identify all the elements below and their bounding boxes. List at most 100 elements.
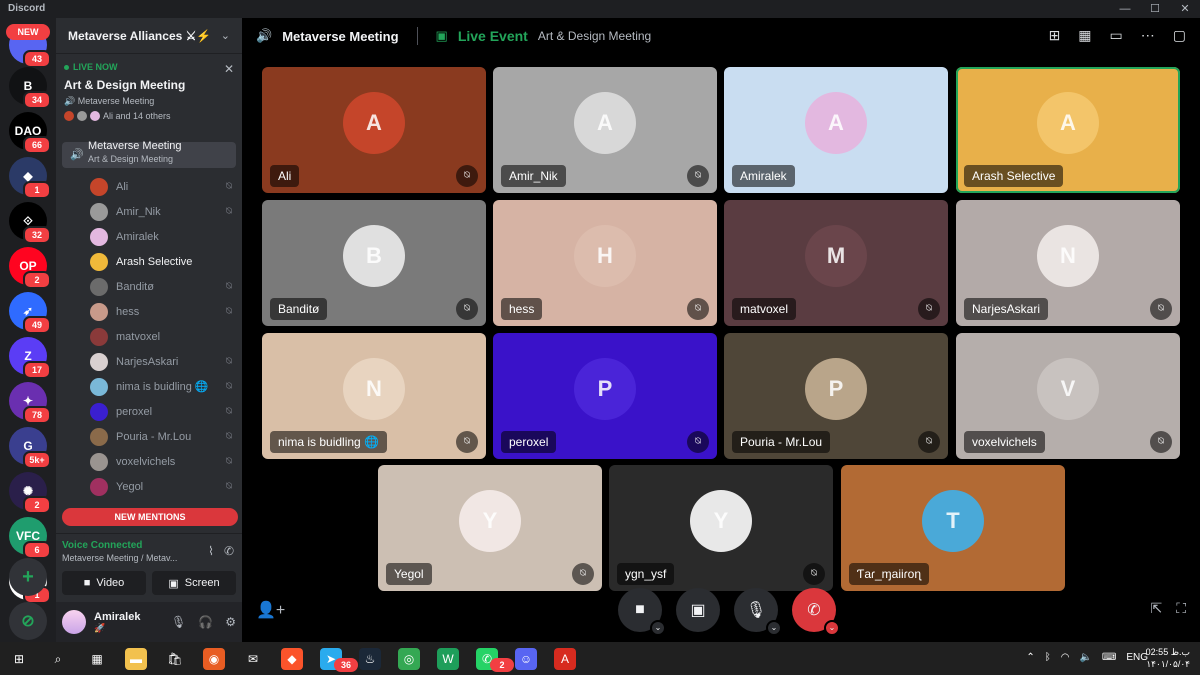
explore-servers-icon[interactable]: ⊘ (9, 602, 47, 640)
server-icon[interactable]: ✺ 2 (9, 472, 51, 514)
popout-icon[interactable]: ▭ (1110, 27, 1123, 44)
voice-member[interactable]: Arash Selective (56, 249, 242, 274)
keyboard-icon[interactable]: ⌨ (1102, 652, 1116, 663)
more-options-icon[interactable]: ⋯ (1141, 27, 1155, 44)
server-icon[interactable]: ⟐ 32 (9, 202, 51, 244)
server-icon[interactable]: ✦ 78 (9, 382, 51, 424)
avatar[interactable] (62, 610, 86, 634)
invite-user-icon[interactable]: 👤+ (256, 600, 285, 620)
chevron-down-icon[interactable]: ⌄ (221, 29, 230, 42)
add-activity-icon[interactable]: ⊞ (1049, 27, 1061, 44)
video-button[interactable]: ■ Video (62, 571, 146, 595)
participant-tile[interactable]: Mmatvoxel ⍉ (724, 200, 948, 326)
participant-tile[interactable]: Y Yegol ⍉ (378, 465, 602, 591)
call-channel-name: Metaverse Meeting (282, 28, 399, 44)
server-header[interactable]: Metaverse Alliances ⚔⚡ ⌄ (56, 18, 242, 54)
minimize-button[interactable]: — (1118, 2, 1132, 16)
bluetooth-icon[interactable]: ᛒ (1045, 652, 1051, 663)
chevron-down-icon[interactable]: ⌄ (766, 620, 782, 636)
taskbar-app-icon[interactable]: ▦ (86, 648, 108, 670)
live-event-link[interactable]: Live Event (458, 28, 528, 44)
voice-member[interactable]: Pouria - Mr.Lou ⍉ (56, 424, 242, 449)
clock[interactable]: ب.ظ 02:55 ۱۴۰۱/۰۵/۰۴ (1146, 646, 1190, 670)
participant-tile[interactable]: Nnima is buidling 🌐 ⍉ (262, 333, 486, 459)
screen-share-button[interactable]: ▣ Screen (152, 571, 236, 595)
popout-icon[interactable]: ⇱ (1150, 600, 1162, 617)
voice-member[interactable]: Amir_Nik ⍉ (56, 199, 242, 224)
participant-name: Ƭaɾ_ɱaiiɾoɳ (849, 563, 930, 585)
participant-tile[interactable]: P Pouria - Mr.Lou ⍉ (724, 333, 948, 459)
taskbar-app-icon[interactable]: ◉ (203, 648, 225, 670)
screen-share-button[interactable]: ▣ (676, 588, 720, 632)
layout-grid-icon[interactable]: ▦ (1078, 27, 1091, 44)
participant-tile[interactable]: A Arash Selective (956, 67, 1180, 193)
mute-toggle-button[interactable]: 🎙 ⌄ (734, 588, 782, 636)
taskbar-app-icon[interactable]: ▬ (125, 648, 147, 670)
voice-member[interactable]: Yegol ⍉ (56, 474, 242, 499)
voice-member[interactable]: nima is buidling 🌐 ⍉ (56, 374, 242, 399)
chevron-up-icon[interactable]: ⌃ (1026, 652, 1034, 663)
participant-tile[interactable]: N NarjesAskari ⍉ (956, 200, 1180, 326)
maximize-button[interactable]: ☐ (1148, 2, 1162, 16)
participant-tile[interactable]: A Amiralek (724, 67, 948, 193)
participant-tile[interactable]: T Ƭaɾ_ɱaiiɾoɳ (841, 465, 1065, 591)
taskbar-app-icon[interactable]: ♨ (359, 648, 381, 670)
voice-member[interactable]: peroxel ⍉ (56, 399, 242, 424)
taskbar-app-icon[interactable]: ⌕ (47, 648, 69, 670)
server-icon[interactable]: B 34 (9, 67, 51, 109)
headphones-icon[interactable]: 🎧 (198, 615, 213, 629)
add-server-icon[interactable]: + (9, 558, 47, 596)
avatar (90, 302, 108, 321)
leave-call-button[interactable]: ✆ ⌄ (792, 588, 840, 636)
participant-tile[interactable]: B Banditø ⍉ (262, 200, 486, 326)
participant-tile[interactable]: Vvoxelvichels ⍉ (956, 333, 1180, 459)
server-icon[interactable]: ◆ 1 (9, 157, 51, 199)
participant-tile[interactable]: Pperoxel ⍉ (493, 333, 717, 459)
voice-member[interactable]: hess ⍉ (56, 299, 242, 324)
close-window-button[interactable]: ✕ (1178, 2, 1192, 16)
disconnect-icon[interactable]: ✆ (224, 544, 234, 558)
server-icon[interactable]: VFC 6 (9, 517, 51, 559)
voice-member[interactable]: Ali ⍉ (56, 174, 242, 199)
chevron-down-icon[interactable]: ⌄ (650, 620, 666, 636)
chevron-down-icon[interactable]: ⌄ (824, 620, 840, 636)
voice-member[interactable]: Banditø ⍉ (56, 274, 242, 299)
muted-mic-icon: ⍉ (572, 563, 594, 585)
volume-icon[interactable]: 🔈 (1079, 652, 1091, 663)
voice-member[interactable]: matvoxel (56, 324, 242, 349)
fullscreen-icon[interactable]: ⛶ (1176, 600, 1186, 617)
microphone-icon[interactable]: 🎙 (171, 615, 186, 629)
taskbar-app-icon[interactable]: 🛍 (164, 648, 186, 670)
voice-member[interactable]: voxelvichels ⍉ (56, 449, 242, 474)
participant-tile[interactable]: Yygn_ysf ⍉ (609, 465, 833, 591)
taskbar-app-icon[interactable]: A (554, 648, 576, 670)
participant-tile[interactable]: A Ali ⍉ (262, 67, 486, 193)
chat-icon[interactable]: ▢ (1173, 27, 1186, 44)
voice-member[interactable]: Amiralek (56, 224, 242, 249)
taskbar-app-icon[interactable]: ◆ (281, 648, 303, 670)
taskbar-app-icon[interactable]: W (437, 648, 459, 670)
camera-toggle-button[interactable]: ■ ⌄ (618, 588, 666, 636)
muted-mic-icon: ⍉ (226, 181, 232, 192)
taskbar-app-icon[interactable]: ◎ (398, 648, 420, 670)
gear-icon[interactable]: ⚙ (225, 615, 236, 629)
taskbar-app-icon[interactable]: ☺ (515, 648, 537, 670)
noise-suppression-icon[interactable]: ⌇ (208, 544, 214, 558)
voice-channel-active[interactable]: 🔊 Metaverse Meeting Art & Design Meeting (62, 140, 236, 168)
server-icon[interactable]: Z 17 (9, 337, 51, 379)
new-unreads-pill[interactable]: NEW (6, 24, 50, 40)
server-icon[interactable]: DAO 66 (9, 112, 51, 154)
participant-tile[interactable]: Hhess ⍉ (493, 200, 717, 326)
user-info[interactable]: Amiralek 🚀 (86, 611, 140, 634)
new-mentions-button[interactable]: NEW MENTIONS (62, 508, 238, 526)
wifi-icon[interactable]: ◠ (1061, 652, 1070, 663)
participant-tile[interactable]: A Amir_Nik ⍉ (493, 67, 717, 193)
server-icon[interactable]: ➶ 49 (9, 292, 51, 334)
close-icon[interactable]: ✕ (224, 62, 234, 76)
voice-member[interactable]: NarjesAskari ⍉ (56, 349, 242, 374)
live-event-card[interactable]: LIVE NOW Art & Design Meeting 🔊 Metavers… (64, 62, 234, 134)
server-icon[interactable]: OP 2 (9, 247, 51, 289)
taskbar-app-icon[interactable]: ⊞ (8, 648, 30, 670)
taskbar-app-icon[interactable]: ✉ (242, 648, 264, 670)
server-icon[interactable]: G 5k+ (9, 427, 51, 469)
